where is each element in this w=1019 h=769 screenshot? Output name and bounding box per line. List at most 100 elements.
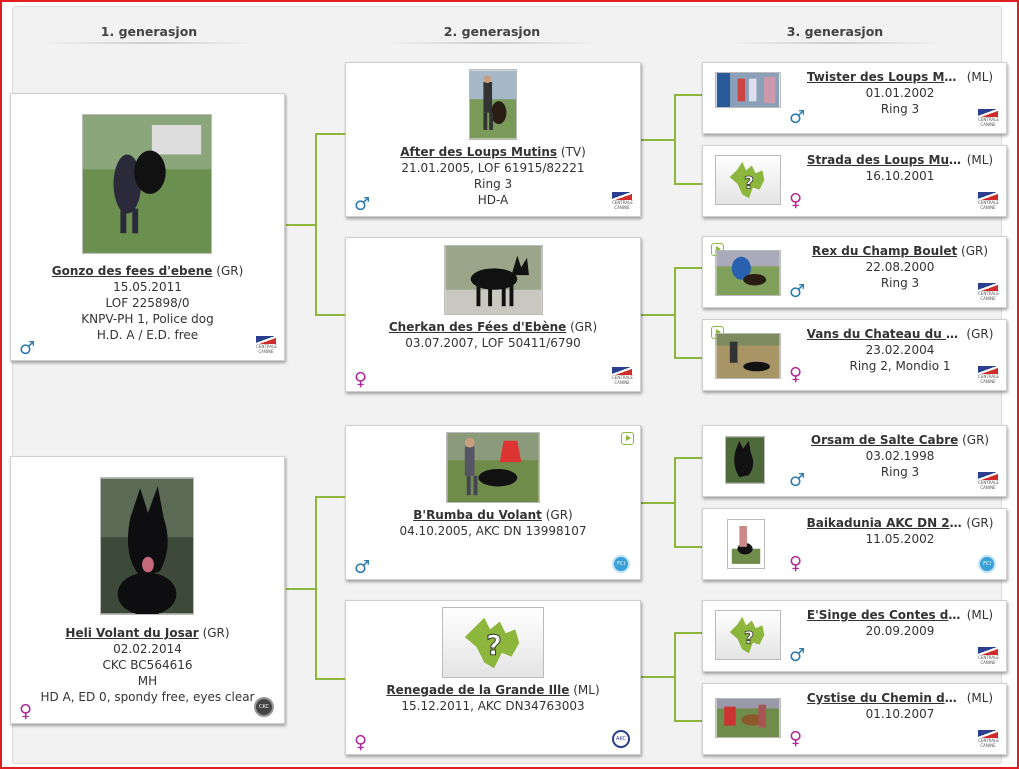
centrale-canine-logo: CENTRALE CANINE: [978, 647, 999, 665]
connector-line: [674, 94, 702, 96]
connector-line: [641, 314, 675, 316]
dog-name-link[interactable]: Gonzo des fees d'ebene: [52, 264, 213, 278]
dog-info-line: 01.01.2002: [865, 86, 935, 100]
dog-name-link[interactable]: Baikadunia AKC DN 26...: [807, 515, 963, 531]
registry-tag: (GR): [962, 433, 990, 447]
dog-info-line: 22.08.2000: [865, 260, 935, 274]
dog-info-line: 16.10.2001: [865, 169, 935, 183]
female-icon: ♀: [789, 364, 803, 385]
unknown-dog-placeholder-icon[interactable]: ?: [715, 155, 781, 205]
dog-card-gen2-4[interactable]: ? Renegade de la Grande Ille (ML) 15.12.…: [345, 600, 641, 755]
dog-name-link[interactable]: Strada des Loups Muti...: [807, 152, 963, 168]
dog-card-gen3-4[interactable]: Vans du Chateau du P... (GR) 23.02.2004 …: [702, 319, 1007, 391]
dog-name-link[interactable]: Orsam de Salte Cabre: [811, 432, 958, 448]
unknown-dog-placeholder-icon[interactable]: ?: [442, 607, 544, 678]
dog-name-link[interactable]: Cherkan des Fées d'Ebène: [389, 320, 566, 334]
dog-card-gen3-7[interactable]: ? E'Singe des Contes d'H... (ML) 20.09.2…: [702, 600, 1007, 672]
connector-line: [674, 457, 702, 459]
akc-logo: AKC: [612, 730, 630, 748]
dog-card-gen3-2[interactable]: ? Strada des Loups Muti... (ML) 16.10.20…: [702, 145, 1007, 217]
dog-info-line: 20.09.2009: [865, 624, 935, 638]
connector-line: [315, 496, 345, 498]
dog-info-line: 21.01.2005, LOF 61915/82221: [401, 161, 585, 175]
dog-name-link[interactable]: After des Loups Mutins: [400, 145, 557, 159]
connector-line: [315, 496, 317, 680]
centrale-canine-logo: CENTRALE CANINE: [978, 366, 999, 384]
dog-info-line: 15.12.2011, AKC DN34763003: [401, 699, 585, 713]
registry-tag: (GR): [570, 320, 598, 334]
dog-name-link[interactable]: Heli Volant du Josar: [65, 626, 198, 640]
dog-info-line: 03.07.2007, LOF 50411/6790: [405, 336, 581, 350]
unknown-dog-placeholder-icon[interactable]: ?: [715, 610, 781, 660]
dog-photo[interactable]: [715, 72, 781, 108]
dog-card-gen2-3[interactable]: B'Rumba du Volant (GR) 04.10.2005, AKC D…: [345, 425, 641, 580]
male-icon: ♂: [789, 107, 806, 128]
female-icon: ♀: [789, 190, 803, 211]
dog-photo[interactable]: [715, 250, 781, 296]
dog-photo[interactable]: [725, 436, 765, 484]
male-icon: ♂: [354, 194, 371, 215]
dog-photo[interactable]: [82, 114, 212, 254]
connector-line: [674, 632, 676, 722]
dog-info-line: Ring 3: [473, 177, 513, 191]
dog-photo[interactable]: [715, 698, 781, 738]
svg-text:?: ?: [486, 631, 502, 662]
svg-text:?: ?: [744, 629, 754, 649]
dog-card-gen1-dam[interactable]: Heli Volant du Josar (GR) 02.02.2014 CKC…: [10, 456, 285, 724]
centrale-canine-logo: CENTRALE CANINE: [256, 336, 277, 354]
centrale-canine-logo: CENTRALE CANINE: [978, 109, 999, 127]
connector-line: [674, 357, 702, 359]
dog-card-gen3-8[interactable]: Cystise du Chemin de l... (ML) 01.10.200…: [702, 683, 1007, 755]
dog-name-link[interactable]: Rex du Champ Boulet: [812, 243, 957, 259]
female-icon: ♀: [354, 732, 368, 753]
connector-line: [674, 267, 676, 359]
connector-line: [674, 267, 702, 269]
dog-photo[interactable]: [446, 432, 540, 503]
dog-card-gen1-sire[interactable]: Gonzo des fees d'ebene (GR) 15.05.2011 L…: [10, 93, 285, 361]
dog-name-link[interactable]: E'Singe des Contes d'H...: [807, 607, 963, 623]
registry-tag: (GR): [216, 264, 244, 278]
dog-photo[interactable]: [727, 519, 765, 569]
dog-name-link[interactable]: Renegade de la Grande Ille: [386, 683, 569, 697]
ckc-logo: CKC: [254, 697, 274, 717]
dog-card-gen3-3[interactable]: Rex du Champ Boulet (GR) 22.08.2000 Ring…: [702, 236, 1007, 308]
dog-card-gen2-1[interactable]: After des Loups Mutins (TV) 21.01.2005, …: [345, 62, 641, 217]
dog-info-line: 15.05.2011: [113, 280, 182, 294]
dog-card-gen3-5[interactable]: Orsam de Salte Cabre (GR) 03.02.1998 Rin…: [702, 425, 1007, 497]
video-play-icon[interactable]: [621, 432, 634, 445]
female-icon: ♀: [354, 369, 368, 390]
dog-photo[interactable]: [715, 333, 781, 379]
male-icon: ♂: [789, 470, 806, 491]
fci-logo: FCI: [612, 555, 630, 573]
dog-name-link[interactable]: Cystise du Chemin de l...: [807, 690, 963, 706]
dog-card-gen2-2[interactable]: Cherkan des Fées d'Ebène (GR) 03.07.2007…: [345, 237, 641, 392]
dog-info-line: 01.10.2007: [865, 707, 935, 721]
dog-info-line: LOF 225898/0: [105, 296, 190, 310]
registry-tag: (TV): [560, 145, 586, 159]
dog-name-link[interactable]: Twister des Loups Mut...: [807, 69, 963, 85]
dog-card-gen3-6[interactable]: Baikadunia AKC DN 26... (GR) 11.05.2002 …: [702, 508, 1007, 580]
connector-line: [674, 183, 702, 185]
dog-info-line: Ring 2, Mondio 1: [849, 359, 951, 373]
dog-photo[interactable]: [444, 245, 543, 315]
generation-2-header: 2. generasjon: [377, 24, 607, 44]
registry-tag: (GR): [202, 626, 230, 640]
female-icon: ♀: [789, 553, 803, 574]
dog-info-line: Ring 3: [880, 465, 920, 479]
registry-tag: (ML): [966, 153, 994, 167]
generation-3-header: 3. generasjon: [720, 24, 950, 44]
dog-card-gen3-1[interactable]: Twister des Loups Mut... (ML) 01.01.2002…: [702, 62, 1007, 134]
dog-info-line: 11.05.2002: [865, 532, 935, 546]
dog-name-link[interactable]: Vans du Chateau du P...: [807, 326, 963, 342]
dog-photo[interactable]: [469, 69, 517, 140]
registry-tag: (ML): [966, 70, 994, 84]
registry-tag: (GR): [961, 244, 989, 258]
svg-text:?: ?: [744, 174, 754, 194]
male-icon: ♂: [19, 338, 36, 359]
dog-name-link[interactable]: B'Rumba du Volant: [413, 508, 542, 522]
male-icon: ♂: [789, 281, 806, 302]
connector-line: [641, 676, 675, 678]
connector-line: [674, 457, 676, 548]
female-icon: ♀: [789, 728, 803, 749]
dog-photo[interactable]: [100, 477, 194, 615]
